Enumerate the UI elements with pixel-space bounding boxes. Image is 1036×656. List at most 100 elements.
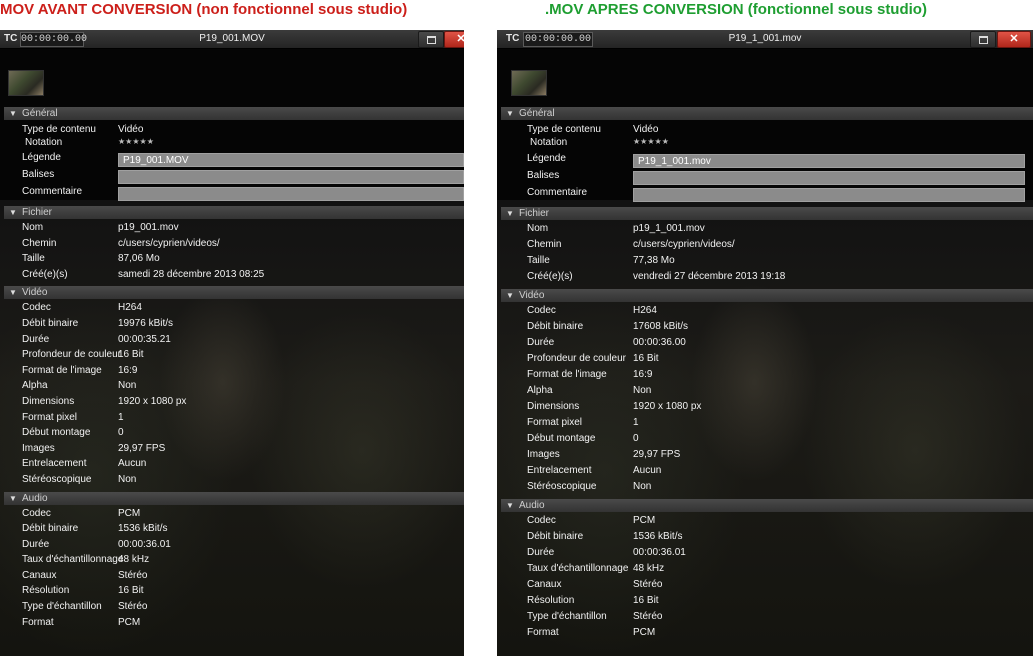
- property-label: Durée: [527, 337, 555, 348]
- clip-thumbnail[interactable]: [8, 70, 44, 96]
- collapse-triangle-icon[interactable]: ▼: [506, 207, 514, 220]
- property-row: Images 29,97 FPS: [0, 443, 464, 459]
- property-row: Notation ★★★★★: [497, 137, 1033, 153]
- property-row: Taux d'échantillonnage 48 kHz: [497, 563, 1033, 579]
- rating-stars-icon[interactable]: ★★★★★: [633, 137, 669, 146]
- property-row: Images 29,97 FPS: [497, 449, 1033, 465]
- section-header-fichier[interactable]: ▼ Fichier: [501, 207, 1033, 220]
- properties-panel-after: TC 00:00:00.00 P19_1_001.mov ✕ ▼ Général Type …: [497, 30, 1033, 656]
- property-row: Chemin c/users/cyprien/videos/: [497, 239, 1033, 255]
- property-label: Stéréoscopique: [527, 481, 597, 492]
- property-row: Codec PCM: [0, 508, 464, 524]
- balises-field[interactable]: [118, 170, 464, 184]
- section-header-audio[interactable]: ▼ Audio: [4, 491, 464, 505]
- maximize-button[interactable]: [418, 31, 444, 48]
- property-value: samedi 28 décembre 2013 08:25: [118, 268, 265, 280]
- balises-field[interactable]: [633, 171, 1025, 185]
- property-label: Format: [527, 627, 559, 638]
- property-value: 1: [118, 411, 124, 423]
- property-label: Codec: [22, 507, 51, 519]
- property-label: Type de contenu: [22, 124, 96, 135]
- section-header-audio[interactable]: ▼ Audio: [501, 499, 1033, 512]
- property-value: 1536 kBit/s: [633, 531, 683, 542]
- section-header-general[interactable]: ▼ Général: [4, 107, 464, 120]
- property-label: Canaux: [22, 569, 57, 581]
- clip-thumbnail[interactable]: [511, 70, 547, 96]
- property-row: Notation ★★★★★: [0, 137, 464, 152]
- property-row: Durée 00:00:36.01: [497, 547, 1033, 563]
- property-value: p19_001.mov: [118, 222, 179, 233]
- property-row: Codec PCM: [497, 515, 1033, 531]
- property-value: 16 Bit: [633, 353, 659, 364]
- close-button[interactable]: ✕: [444, 31, 464, 48]
- property-row: Type d'échantillon Stéréo: [497, 611, 1033, 627]
- property-row: Commentaire: [0, 186, 464, 203]
- section-header-general[interactable]: ▼ Général: [501, 107, 1033, 120]
- property-label: Nom: [22, 222, 44, 233]
- property-label: Format: [22, 616, 54, 628]
- property-row: Créé(e)(s) samedi 28 décembre 2013 08:25: [0, 269, 464, 285]
- property-row: Taux d'échantillonnage 48 kHz: [0, 554, 464, 570]
- property-row: Format PCM: [497, 627, 1033, 643]
- property-label: Créé(e)(s): [527, 271, 573, 282]
- property-row: Débit binaire 1536 kBit/s: [0, 523, 464, 539]
- property-row: Légende P19_1_001.mov: [497, 153, 1033, 170]
- property-label: Débit binaire: [527, 321, 584, 332]
- property-label: Taille: [22, 253, 45, 265]
- property-row: Type de contenu Vidéo: [0, 124, 464, 137]
- maximize-button[interactable]: [970, 31, 996, 48]
- property-row: Canaux Stéréo: [0, 570, 464, 586]
- property-label: Codec: [22, 302, 51, 314]
- window-titlebar[interactable]: TC 00:00:00.00 P19_001.MOV ✕: [0, 30, 464, 49]
- property-value: c/users/cyprien/videos/: [118, 237, 220, 249]
- property-row: Commentaire: [497, 187, 1033, 204]
- property-value: c/users/cyprien/videos/: [633, 239, 735, 250]
- rating-stars-icon[interactable]: ★★★★★: [118, 137, 154, 146]
- collapse-triangle-icon[interactable]: ▼: [9, 206, 17, 219]
- section-header-video[interactable]: ▼ Vidéo: [501, 289, 1033, 302]
- window-titlebar[interactable]: TC 00:00:00.00 P19_1_001.mov ✕: [497, 30, 1033, 49]
- property-value: 16 Bit: [118, 349, 144, 361]
- property-value: 0: [633, 433, 639, 444]
- property-value: PCM: [633, 627, 656, 638]
- collapse-triangle-icon[interactable]: ▼: [9, 286, 17, 299]
- property-label: Profondeur de couleur: [527, 353, 626, 364]
- collapse-triangle-icon[interactable]: ▼: [9, 492, 17, 505]
- property-label: Format de l'image: [527, 369, 607, 380]
- property-label: Résolution: [22, 585, 70, 597]
- property-label: Commentaire: [527, 187, 588, 198]
- property-label: Durée: [22, 538, 50, 550]
- legende-field[interactable]: P19_1_001.mov: [633, 154, 1025, 168]
- property-value: Vidéo: [633, 124, 659, 135]
- property-row: Alpha Non: [497, 385, 1033, 401]
- property-row: Balises: [0, 169, 464, 186]
- property-label: Alpha: [527, 385, 553, 396]
- property-value: 16 Bit: [633, 595, 659, 606]
- property-row: Codec H264: [497, 305, 1033, 321]
- property-value: 87,06 Mo: [118, 253, 160, 265]
- collapse-triangle-icon[interactable]: ▼: [9, 107, 17, 120]
- section-title: Général: [519, 108, 555, 119]
- close-button[interactable]: ✕: [997, 31, 1031, 48]
- property-label: Canaux: [527, 579, 562, 590]
- commentaire-field[interactable]: [633, 188, 1025, 202]
- property-label: Profondeur de couleur: [22, 349, 121, 361]
- legende-field[interactable]: P19_001.MOV: [118, 153, 464, 167]
- property-label: Chemin: [527, 239, 562, 250]
- section-title: Vidéo: [519, 290, 545, 301]
- property-label: Débit binaire: [527, 531, 584, 542]
- property-label: Codec: [527, 515, 556, 526]
- property-row: Résolution 16 Bit: [497, 595, 1033, 611]
- commentaire-field[interactable]: [118, 187, 464, 201]
- collapse-triangle-icon[interactable]: ▼: [506, 107, 514, 120]
- maximize-icon: [427, 36, 436, 44]
- section-header-video[interactable]: ▼ Vidéo: [4, 286, 464, 300]
- property-row: Taille 87,06 Mo: [0, 253, 464, 269]
- property-value: 00:00:36.01: [118, 538, 171, 550]
- collapse-triangle-icon[interactable]: ▼: [506, 289, 514, 302]
- collapse-triangle-icon[interactable]: ▼: [506, 499, 514, 512]
- property-value: Aucun: [118, 458, 147, 470]
- property-row: Débit binaire 17608 kBit/s: [497, 321, 1033, 337]
- section-header-fichier[interactable]: ▼ Fichier: [4, 206, 464, 219]
- property-label: Entrelacement: [22, 458, 87, 470]
